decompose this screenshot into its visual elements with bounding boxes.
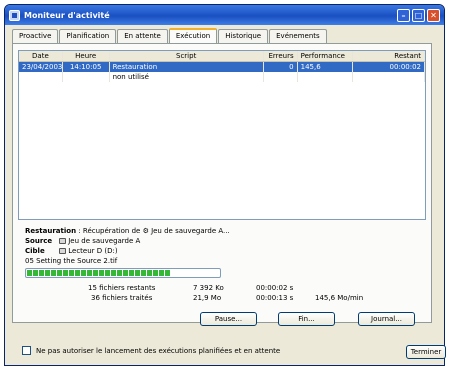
cell-erreurs — [264, 72, 298, 82]
progress-segment — [45, 270, 50, 276]
cell-performance — [298, 72, 354, 82]
progress-segment — [153, 270, 158, 276]
time-elapsed: 00:00:13 s — [256, 294, 294, 302]
tab-en-attente[interactable]: En attente — [117, 29, 168, 43]
progress-segment — [117, 270, 122, 276]
title-bar[interactable]: Moniteur d'activité – □ ✕ — [5, 5, 444, 25]
files-done: 36 fichiers traités — [91, 294, 153, 302]
progress-segment — [105, 270, 110, 276]
drive-icon — [59, 248, 67, 254]
col-script[interactable]: Script — [110, 51, 264, 61]
close-button[interactable]: ✕ — [427, 8, 440, 22]
progress-segment — [99, 270, 104, 276]
progress-segment — [33, 270, 38, 276]
terminer-button[interactable]: Terminer — [406, 345, 446, 359]
progress-segment — [27, 270, 32, 276]
cell-performance: 145,6 — [298, 62, 354, 72]
cell-restant — [353, 72, 425, 82]
tab-strip: Proactive Planification En attente Exécu… — [12, 28, 328, 43]
progress-segment — [87, 270, 92, 276]
progress-fill — [27, 270, 219, 276]
progress-segment — [165, 270, 170, 276]
progress-segment — [159, 270, 164, 276]
journal-button[interactable]: Journal... — [358, 312, 415, 326]
app-icon — [9, 9, 20, 21]
grid-row[interactable]: 23/04/2003 14:10:05 Restauration 0 145,6… — [19, 62, 425, 72]
progress-segment — [57, 270, 62, 276]
progress-segment — [63, 270, 68, 276]
col-heure[interactable]: Heure — [63, 51, 110, 61]
progress-segment — [123, 270, 128, 276]
restauration-line: Restauration : Récupération de ⚙ Jeu de … — [25, 227, 230, 235]
col-date[interactable]: Date — [19, 51, 63, 61]
cell-erreurs: 0 — [264, 62, 298, 72]
tab-planification[interactable]: Planification — [59, 29, 117, 43]
col-performance[interactable]: Performance — [298, 51, 354, 61]
progress-segment — [75, 270, 80, 276]
files-remaining: 15 fichiers restants — [88, 284, 156, 292]
progress-segment — [81, 270, 86, 276]
tab-proactive[interactable]: Proactive — [12, 29, 59, 43]
cible-line: Cible Lecteur D (D:) — [25, 247, 118, 255]
cell-restant: 00:00:02 — [353, 62, 425, 72]
progress-segment — [51, 270, 56, 276]
pause-button[interactable]: Pause... — [200, 312, 257, 326]
window-title: Moniteur d'activité — [24, 10, 110, 20]
col-restant[interactable]: Restant — [353, 51, 425, 61]
size-remaining: 7 392 Ko — [193, 284, 224, 292]
progress-segment — [129, 270, 134, 276]
progress-segment — [39, 270, 44, 276]
disable-scheduled-label[interactable]: Ne pas autoriser le lancement des exécut… — [36, 347, 280, 355]
execution-grid[interactable]: Date Heure Script Erreurs Performance Re… — [18, 50, 426, 220]
source-value: Jeu de sauvegarde A — [68, 237, 141, 245]
progress-segment — [111, 270, 116, 276]
progress-segment — [147, 270, 152, 276]
grid-row[interactable]: non utilisé — [19, 72, 425, 82]
minimize-button[interactable]: – — [397, 8, 410, 22]
progress-segment — [93, 270, 98, 276]
col-erreurs[interactable]: Erreurs — [264, 51, 298, 61]
cell-script: non utilisé — [110, 72, 264, 82]
size-done: 21,9 Mo — [193, 294, 222, 302]
cible-value: Lecteur D (D:) — [68, 247, 118, 255]
progress-bar — [25, 268, 221, 278]
source-label: Source — [25, 237, 53, 245]
cell-heure — [63, 72, 110, 82]
cell-script: Restauration — [110, 62, 264, 72]
cible-label: Cible — [25, 247, 45, 255]
progress-segment — [69, 270, 74, 276]
cell-date — [19, 72, 63, 82]
progress-segment — [141, 270, 146, 276]
execution-panel: Date Heure Script Erreurs Performance Re… — [12, 43, 432, 323]
backup-set-icon — [59, 238, 67, 244]
speed: 145,6 Mo/min — [315, 294, 364, 302]
tab-execution[interactable]: Exécution — [168, 28, 218, 43]
tab-historique[interactable]: Historique — [218, 29, 269, 43]
restauration-label: Restauration — [25, 227, 77, 235]
maximize-button[interactable]: □ — [412, 8, 425, 22]
tab-evenements[interactable]: Evénements — [269, 29, 327, 43]
restauration-value: : Récupération de ⚙ Jeu de sauvegarde A.… — [78, 227, 230, 235]
source-line: Source Jeu de sauvegarde A — [25, 237, 140, 245]
grid-header: Date Heure Script Erreurs Performance Re… — [19, 51, 425, 62]
current-file: 05 Setting the Source 2.tif — [25, 257, 118, 265]
cell-heure: 14:10:05 — [63, 62, 110, 72]
fin-button[interactable]: Fin... — [278, 312, 335, 326]
cell-date: 23/04/2003 — [19, 62, 63, 72]
time-remaining: 00:00:02 s — [256, 284, 294, 292]
disable-scheduled-checkbox[interactable] — [22, 346, 31, 355]
progress-segment — [135, 270, 140, 276]
